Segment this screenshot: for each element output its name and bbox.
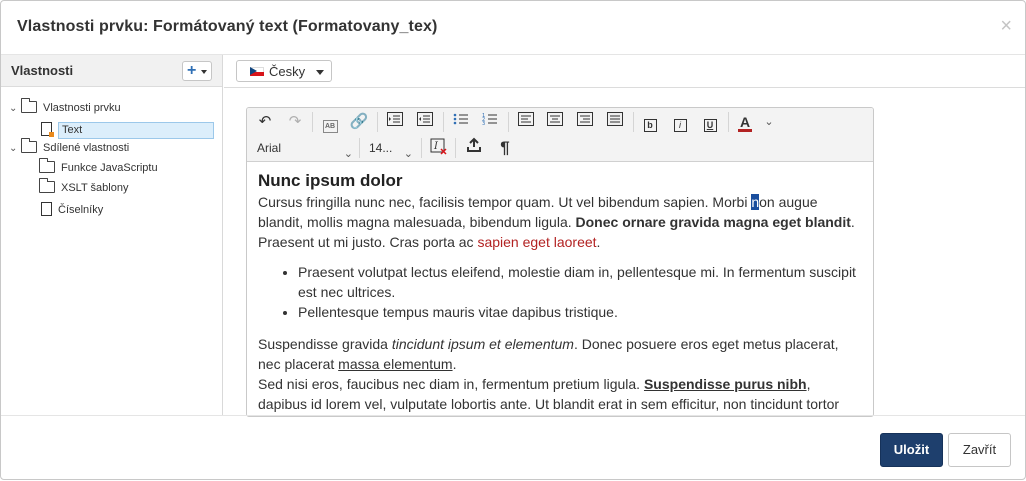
save-button[interactable]: Uložit [880, 433, 943, 467]
close-icon[interactable]: × [1000, 16, 1012, 36]
tree-item-label: XSLT šablony [61, 182, 129, 194]
tree-item-sdilene-vlastnosti[interactable]: ⌄ Sdílené vlastnosti [9, 138, 130, 158]
tree-item-funkce-javascriptu[interactable]: Funkce JavaScriptu [39, 158, 158, 177]
tree-item-label: Sdílené vlastnosti [43, 142, 130, 154]
folder-icon [21, 98, 37, 113]
chevron-down-icon: ⌄ [343, 148, 353, 160]
properties-dialog: Vlastnosti prvku: Formátovaný text (Form… [0, 0, 1026, 480]
folder-icon [21, 138, 37, 153]
svg-text:3: 3 [482, 121, 485, 126]
justify-icon[interactable] [603, 111, 627, 133]
align-right-icon[interactable] [573, 111, 597, 133]
folder-icon [39, 178, 55, 193]
font-size-select[interactable]: 14... ⌄ [369, 137, 413, 160]
font-family-select[interactable]: Arial ⌄ [257, 137, 353, 160]
font-family-value: Arial [257, 141, 282, 155]
chevron-down-icon[interactable]: ⌄ [9, 100, 21, 118]
align-left-icon[interactable] [514, 111, 538, 133]
language-label: Česky [269, 64, 306, 79]
list-item: Pellentesque tempus mauris vitae dapibus… [298, 302, 862, 322]
document-edit-icon [41, 122, 54, 137]
czech-flag-icon [250, 67, 264, 76]
tree-item-xslt-sablony[interactable]: XSLT šablony [39, 178, 129, 197]
tree-item-label: Text [58, 122, 214, 139]
clear-format-icon[interactable]: I [427, 137, 451, 159]
left-panel-header: Vlastnosti + [1, 55, 222, 87]
bold-icon[interactable]: b [638, 111, 662, 133]
chevron-down-icon: ⌄ [403, 148, 413, 160]
left-panel-title: Vlastnosti [11, 63, 74, 78]
undo-icon[interactable]: ↶ [253, 111, 277, 133]
caret-down-icon [316, 70, 324, 75]
spellcheck-icon[interactable]: AB [318, 111, 342, 133]
tree-item-ciselniky[interactable]: Číselníky [41, 199, 103, 217]
content-paragraph-3: Sed nisi eros, faucibus nec diam in, fer… [258, 376, 840, 412]
indent-icon[interactable] [383, 111, 407, 133]
tree-item-label: Číselníky [58, 204, 104, 216]
redo-icon[interactable]: ↷ [283, 111, 307, 133]
list-item: Praesent volutpat lectus eleifend, moles… [298, 262, 862, 302]
chevron-down-icon[interactable]: ⌄ [757, 111, 781, 133]
dialog-header: Vlastnosti prvku: Formátovaný text (Form… [1, 1, 1025, 55]
content-paragraph-2: Suspendisse gravida tincidunt ipsum et e… [258, 336, 839, 372]
tree-item-vlastnosti-prvku[interactable]: ⌄ Vlastnosti prvku [9, 98, 121, 118]
text-selection: n [751, 194, 760, 210]
plus-icon: + [187, 62, 197, 79]
paragraph-icon[interactable]: ¶ [493, 137, 517, 159]
close-button[interactable]: Zavřít [948, 433, 1011, 467]
dialog-title: Vlastnosti prvku: Formátovaný text (Form… [17, 18, 438, 35]
numbered-list-icon[interactable]: 123 [478, 111, 502, 133]
italic-icon[interactable]: i [668, 111, 692, 133]
svg-text:I: I [433, 141, 439, 152]
content-paragraph-1: Cursus fringilla nunc nec, facilisis tem… [258, 194, 855, 250]
editor-content[interactable]: Nunc ipsum dolor Cursus fringilla nunc n… [258, 170, 862, 414]
font-color-icon[interactable]: A [733, 111, 757, 133]
dialog-footer: Uložit Zavřít [1, 415, 1025, 481]
rich-text-editor: ↶ ↷ AB 🔗 123 b i U A ⌄ Arial ⌄ 14... ⌄ I… [246, 107, 874, 417]
outdent-icon[interactable] [413, 111, 437, 133]
tree-item-label: Funkce JavaScriptu [61, 162, 158, 174]
folder-icon [39, 158, 55, 173]
bullet-list-icon[interactable] [449, 111, 473, 133]
add-button[interactable]: + [182, 61, 212, 81]
left-panel: Vlastnosti + ⌄ Vlastnosti prvku Text ⌄ Sdí… [1, 55, 223, 415]
document-icon [41, 202, 52, 216]
content-bullet-list: Praesent volutpat lectus eleifend, moles… [258, 262, 862, 322]
content-heading: Nunc ipsum dolor [258, 171, 403, 190]
underline-icon[interactable]: U [698, 111, 722, 133]
align-center-icon[interactable] [543, 111, 567, 133]
link-icon[interactable]: 🔗 [347, 111, 371, 133]
editor-toolbar: ↶ ↷ AB 🔗 123 b i U A ⌄ Arial ⌄ 14... ⌄ I… [247, 108, 873, 162]
caret-down-icon [201, 70, 207, 74]
font-size-value: 14... [369, 141, 393, 155]
insert-icon[interactable] [462, 137, 486, 159]
chevron-down-icon[interactable]: ⌄ [9, 140, 21, 158]
language-selector[interactable]: Česky [236, 60, 332, 82]
tree-item-label: Vlastnosti prvku [43, 102, 121, 114]
tree-item-text[interactable]: Text [41, 119, 214, 139]
